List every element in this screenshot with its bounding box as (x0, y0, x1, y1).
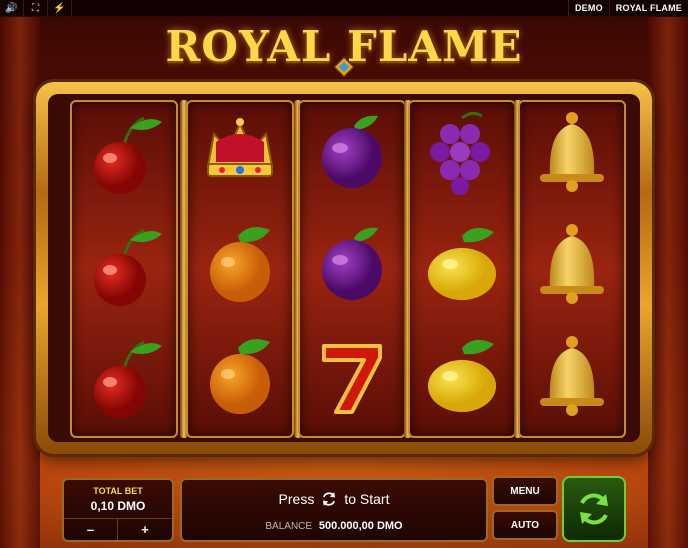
crown-icon (206, 118, 274, 177)
plum-icon (322, 115, 382, 188)
orange-icon (210, 227, 270, 302)
grapes-symbol (408, 96, 516, 208)
cherry-icon (94, 116, 162, 194)
balance-value: 500.000,00 DMO (318, 520, 403, 532)
refresh-icon (323, 492, 336, 506)
demo-label: DEMO (567, 0, 609, 17)
total-bet-value: 0,10 DMO (90, 499, 146, 513)
diamond-crest-icon (332, 55, 356, 79)
plum-symbol (298, 96, 406, 208)
cherry-icon (94, 340, 162, 418)
lemon-icon (428, 339, 496, 412)
lightning-off-icon[interactable]: ⚡ (48, 0, 72, 17)
total-bet-label: TOTAL BET (93, 486, 143, 496)
balance-display: BALANCE 500.000,00 DMO (182, 520, 486, 532)
lemon-symbol (408, 208, 516, 320)
press-text: Press (278, 491, 315, 507)
fullscreen-icon[interactable]: ⛶ (24, 0, 48, 17)
to-start-text: to Start (344, 491, 390, 507)
spin-arrows-icon (580, 493, 608, 525)
menu-button[interactable]: MENU (492, 476, 558, 506)
speaker-icon[interactable]: 🔊 (0, 0, 24, 17)
lemon-icon (428, 227, 496, 300)
grapes-icon (430, 111, 490, 195)
lemon-symbol (408, 320, 516, 432)
orange-symbol (186, 320, 294, 432)
game-name-label: ROYAL FLAME (608, 0, 688, 17)
message-panel: Press to Start BALANCE 500.000,00 DMO (180, 478, 488, 542)
plum-icon (322, 227, 382, 300)
top-bar: 🔊 ⛶ ⚡ DEMO ROYAL FLAME (0, 0, 688, 17)
cherry-symbol (70, 320, 178, 432)
orange-icon (210, 339, 270, 414)
bell-icon (540, 336, 604, 416)
increase-bet-button[interactable]: + (118, 518, 172, 540)
bell-symbol (518, 208, 626, 320)
autoplay-button[interactable]: AUTO (492, 510, 558, 540)
plum-symbol (298, 208, 406, 320)
cherry-symbol (70, 208, 178, 320)
seven-symbol (298, 320, 406, 432)
bell-icon (540, 224, 604, 304)
press-to-start-message: Press to Start (182, 490, 486, 508)
cherry-symbol (70, 96, 178, 208)
orange-symbol (186, 208, 294, 320)
balance-label: BALANCE (265, 521, 313, 532)
bell-symbol (518, 320, 626, 432)
left-curtain (0, 17, 40, 548)
seven-icon (322, 344, 382, 414)
cherry-icon (94, 228, 162, 306)
bell-icon (540, 112, 604, 192)
total-bet-panel: TOTAL BET 0,10 DMO – + (62, 478, 174, 542)
bell-symbol (518, 96, 626, 208)
decrease-bet-button[interactable]: – (64, 518, 118, 540)
right-curtain (648, 17, 688, 548)
spin-button[interactable] (562, 476, 626, 542)
crown-symbol (186, 96, 294, 208)
